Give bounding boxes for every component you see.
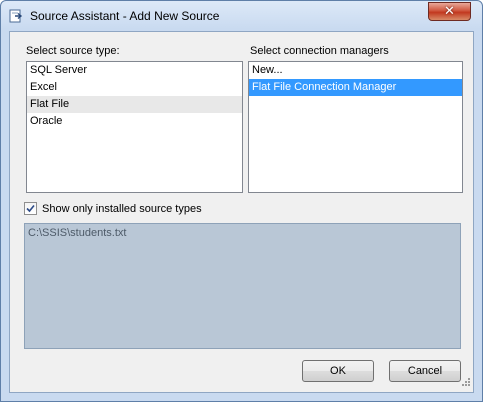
show-installed-checkbox[interactable] xyxy=(24,202,37,215)
cancel-button[interactable]: Cancel xyxy=(389,360,461,382)
source-type-list[interactable]: SQL Server Excel Flat File Oracle xyxy=(26,61,243,193)
connection-managers-label: Select connection managers xyxy=(250,45,389,57)
dialog-body: Select source type: SQL Server Excel Fla… xyxy=(9,31,474,393)
source-path-text: C:\SSIS\students.txt xyxy=(28,227,127,239)
ok-button[interactable]: OK xyxy=(302,360,374,382)
source-type-item[interactable]: Flat File xyxy=(27,96,242,113)
show-installed-label[interactable]: Show only installed source types xyxy=(42,203,202,215)
source-type-label: Select source type: xyxy=(26,45,120,57)
close-icon: ✕ xyxy=(444,4,455,19)
dialog-window: Source Assistant - Add New Source ✕ Sele… xyxy=(0,0,483,402)
close-button[interactable]: ✕ xyxy=(428,2,471,21)
source-type-item[interactable]: Excel xyxy=(27,79,242,96)
resize-grip-icon[interactable] xyxy=(461,377,471,390)
source-type-item[interactable]: SQL Server xyxy=(27,62,242,79)
add-source-icon xyxy=(9,9,23,23)
details-panel: C:\SSIS\students.txt xyxy=(24,223,461,349)
connection-manager-item[interactable]: New... xyxy=(249,62,462,79)
source-type-item[interactable]: Oracle xyxy=(27,113,242,130)
checkmark-icon xyxy=(26,204,35,213)
connection-manager-item[interactable]: Flat File Connection Manager xyxy=(249,79,462,96)
connection-managers-list[interactable]: New... Flat File Connection Manager xyxy=(248,61,463,193)
title-bar[interactable]: Source Assistant - Add New Source ✕ xyxy=(1,1,482,31)
window-title: Source Assistant - Add New Source xyxy=(30,9,220,23)
